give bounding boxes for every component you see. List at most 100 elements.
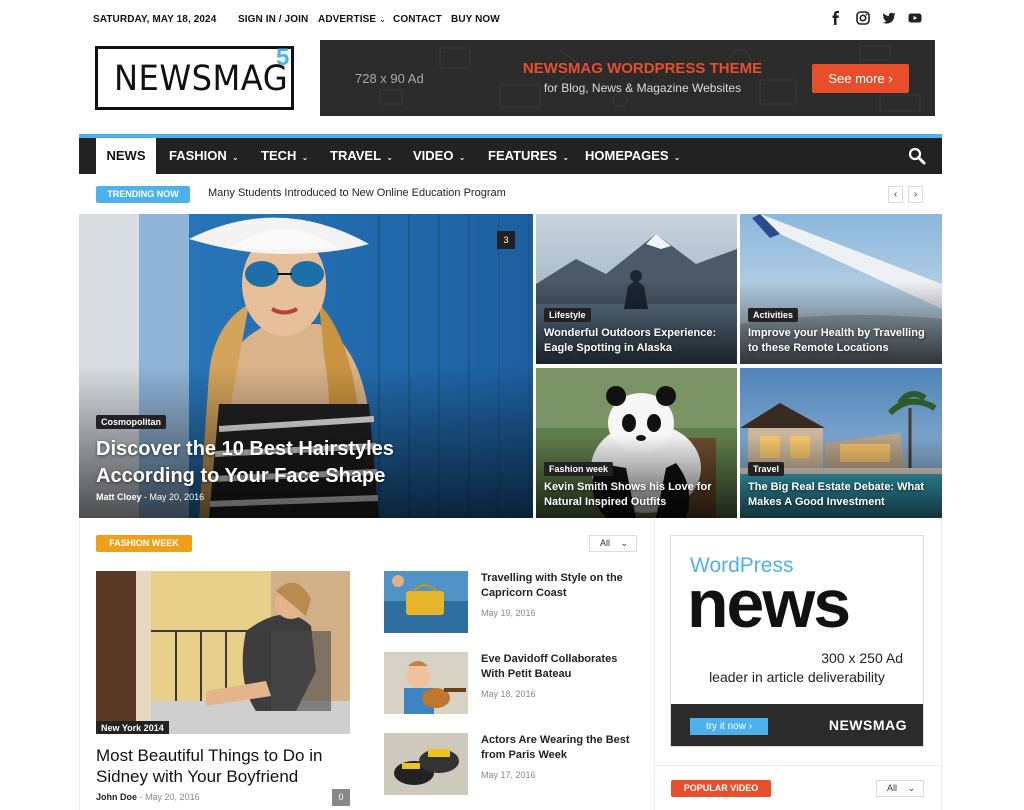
current-date: SATURDAY, MAY 18, 2024 [93, 14, 217, 25]
article-date: May 20, 2016 [145, 792, 200, 802]
article-title[interactable]: Discover the 10 Best Hairstyles Accordin… [96, 436, 394, 490]
article-title[interactable]: The Big Real Estate Debate: What Makes A … [748, 480, 924, 510]
nav-item-fashion[interactable]: FASHION ⌄ [169, 138, 239, 174]
youtube-icon[interactable] [908, 11, 922, 25]
title-line: Eagle Spotting in Alaska [544, 342, 672, 354]
chevron-down-icon: ⌄ [299, 153, 309, 162]
title-line: Wonderful Outdoors Experience: [544, 327, 717, 339]
side-article-date: May 18, 2016 [481, 689, 536, 699]
title-line: Improve your Health by Travelling [748, 327, 925, 339]
hero-tile-3[interactable]: Fashion week Kevin Smith Shows his Love … [536, 368, 737, 518]
nav-label: TRAVEL [330, 148, 382, 163]
sign-in-link[interactable]: SIGN IN / JOIN [238, 14, 308, 25]
chevron-down-icon: ⌄ [560, 153, 570, 162]
side-article-title[interactable]: Eve Davidoff Collaborates With Petit Bate… [481, 652, 617, 682]
hero-tile-2[interactable]: Activities Improve your Health by Travel… [740, 214, 942, 364]
comment-count[interactable]: 3 [497, 231, 515, 249]
trending-next-button[interactable]: › [908, 186, 923, 203]
title-line: According to Your Face Shape [96, 465, 386, 487]
nav-label: HOMEPAGES [585, 148, 669, 163]
featured-article-image[interactable]: New York 2014 [96, 571, 350, 734]
meta-separator: - [139, 792, 143, 802]
filter-value: All [887, 783, 898, 793]
try-it-now-button[interactable]: try it now › [690, 718, 768, 735]
chevron-down-icon: ⌄ [907, 783, 915, 793]
side-article-title[interactable]: Actors Are Wearing the Best from Paris We… [481, 733, 630, 763]
chevron-down-icon: ⌄ [384, 153, 393, 162]
trending-badge: TRENDING NOW [96, 186, 190, 203]
title-line: Kevin Smith Shows his Love for [544, 481, 712, 493]
site-logo[interactable]: NEWSMAG [95, 46, 294, 110]
filter-dropdown[interactable]: All ⌄ [589, 535, 637, 552]
nav-item-video[interactable]: VIDEO ⌄ [413, 138, 465, 174]
filter-value: All [600, 538, 611, 548]
title-line: Eve Davidoff Collaborates [481, 653, 618, 665]
category-label[interactable]: Travel [748, 462, 785, 476]
side-article-thumb[interactable] [384, 571, 468, 633]
section-badge-fashion-week[interactable]: FASHION WEEK [96, 535, 192, 552]
category-label[interactable]: Cosmopolitan [96, 415, 166, 429]
category-label[interactable]: Activities [748, 308, 799, 322]
comment-count[interactable]: 0 [332, 789, 350, 806]
twitter-icon[interactable] [882, 11, 896, 25]
chevron-down-icon: ⌄ [229, 153, 239, 162]
image-yellow-handbag [384, 571, 468, 633]
article-title[interactable]: Improve your Health by Travelling to thes… [748, 326, 925, 356]
chevron-down-icon: ⌄ [671, 153, 681, 162]
see-more-button[interactable]: See more › [812, 64, 909, 93]
side-article-title[interactable]: Travelling with Style on the Capricorn Co… [481, 571, 623, 601]
title-line: from Paris Week [481, 749, 568, 761]
nav-item-features[interactable]: FEATURES ⌄ [488, 138, 569, 174]
image-child-guitar [384, 652, 468, 714]
hero-tile-1[interactable]: Lifestyle Wonderful Outdoors Experience:… [536, 214, 737, 364]
trending-prev-button[interactable]: ‹ [888, 186, 903, 203]
contact-link[interactable]: CONTACT [393, 14, 442, 25]
author-name[interactable]: Matt Cloey [96, 492, 142, 502]
sidebar-ad[interactable]: WordPress news 300 x 250 Ad leader in ar… [670, 535, 924, 747]
nav-item-news[interactable]: NEWS [96, 138, 156, 174]
title-line: Most Beautiful Things to Do in [96, 746, 323, 765]
category-label[interactable]: Fashion week [544, 462, 614, 476]
buy-now-link[interactable]: BUY NOW [451, 14, 500, 25]
title-line: Sidney with Your Boyfriend [96, 767, 299, 786]
title-line: With Petit Bateau [481, 668, 572, 680]
title-line: Natural Inspired Outfits [544, 496, 667, 508]
image-woman-window [96, 571, 350, 734]
image-black-yellow-shoes [384, 733, 468, 795]
search-icon[interactable] [908, 147, 926, 165]
article-date: May 20, 2016 [149, 492, 205, 502]
nav-item-tech[interactable]: TECH ⌄ [261, 138, 308, 174]
nav-item-homepages[interactable]: HOMEPAGES ⌄ [585, 138, 681, 174]
featured-article-title[interactable]: Most Beautiful Things to Do in Sidney wi… [96, 745, 322, 787]
image-label[interactable]: New York 2014 [96, 721, 169, 734]
title-line: Travelling with Style on the [481, 572, 623, 584]
logo-text: NEWSMAG [114, 59, 289, 99]
sidebar-divider [654, 518, 655, 810]
content-border-right [941, 518, 942, 810]
chevron-down-icon: ⌄ [379, 15, 386, 24]
content-border-left [79, 518, 80, 810]
chevron-down-icon: ⌄ [620, 538, 628, 548]
trending-headline[interactable]: Many Students Introduced to New Online E… [208, 187, 506, 199]
nav-item-travel[interactable]: TRAVEL ⌄ [330, 138, 393, 174]
side-article-thumb[interactable] [384, 733, 468, 795]
instagram-icon[interactable] [856, 11, 870, 25]
nav-label: FEATURES [488, 148, 558, 163]
article-title[interactable]: Wonderful Outdoors Experience: Eagle Spot… [544, 326, 716, 356]
hero-main-article[interactable]: 3 Cosmopolitan Discover the 10 Best Hair… [79, 214, 533, 518]
section-badge-popular-video[interactable]: POPULAR VIDEO [671, 780, 771, 797]
article-meta: Matt Cloey - May 20, 2016 [96, 492, 204, 502]
side-article-date: May 17, 2016 [481, 770, 536, 780]
top-bar: SATURDAY, MAY 18, 2024 SIGN IN / JOIN AD… [0, 0, 1024, 38]
advertise-link[interactable]: ADVERTISE ⌄ [318, 14, 386, 25]
filter-dropdown[interactable]: All ⌄ [876, 780, 924, 797]
facebook-icon[interactable] [829, 11, 843, 25]
category-label[interactable]: Lifestyle [544, 308, 591, 322]
ad-tagline: leader in article deliverability [709, 669, 885, 685]
article-title[interactable]: Kevin Smith Shows his Love for Natural In… [544, 480, 711, 510]
author-name[interactable]: John Doe [96, 792, 137, 802]
header-ad-banner[interactable]: 728 x 90 Ad NEWSMAG WORDPRESS THEME for … [320, 40, 935, 116]
chevron-down-icon: ⌄ [456, 153, 466, 162]
hero-tile-4[interactable]: Travel The Big Real Estate Debate: What M… [740, 368, 942, 518]
side-article-thumb[interactable] [384, 652, 468, 714]
